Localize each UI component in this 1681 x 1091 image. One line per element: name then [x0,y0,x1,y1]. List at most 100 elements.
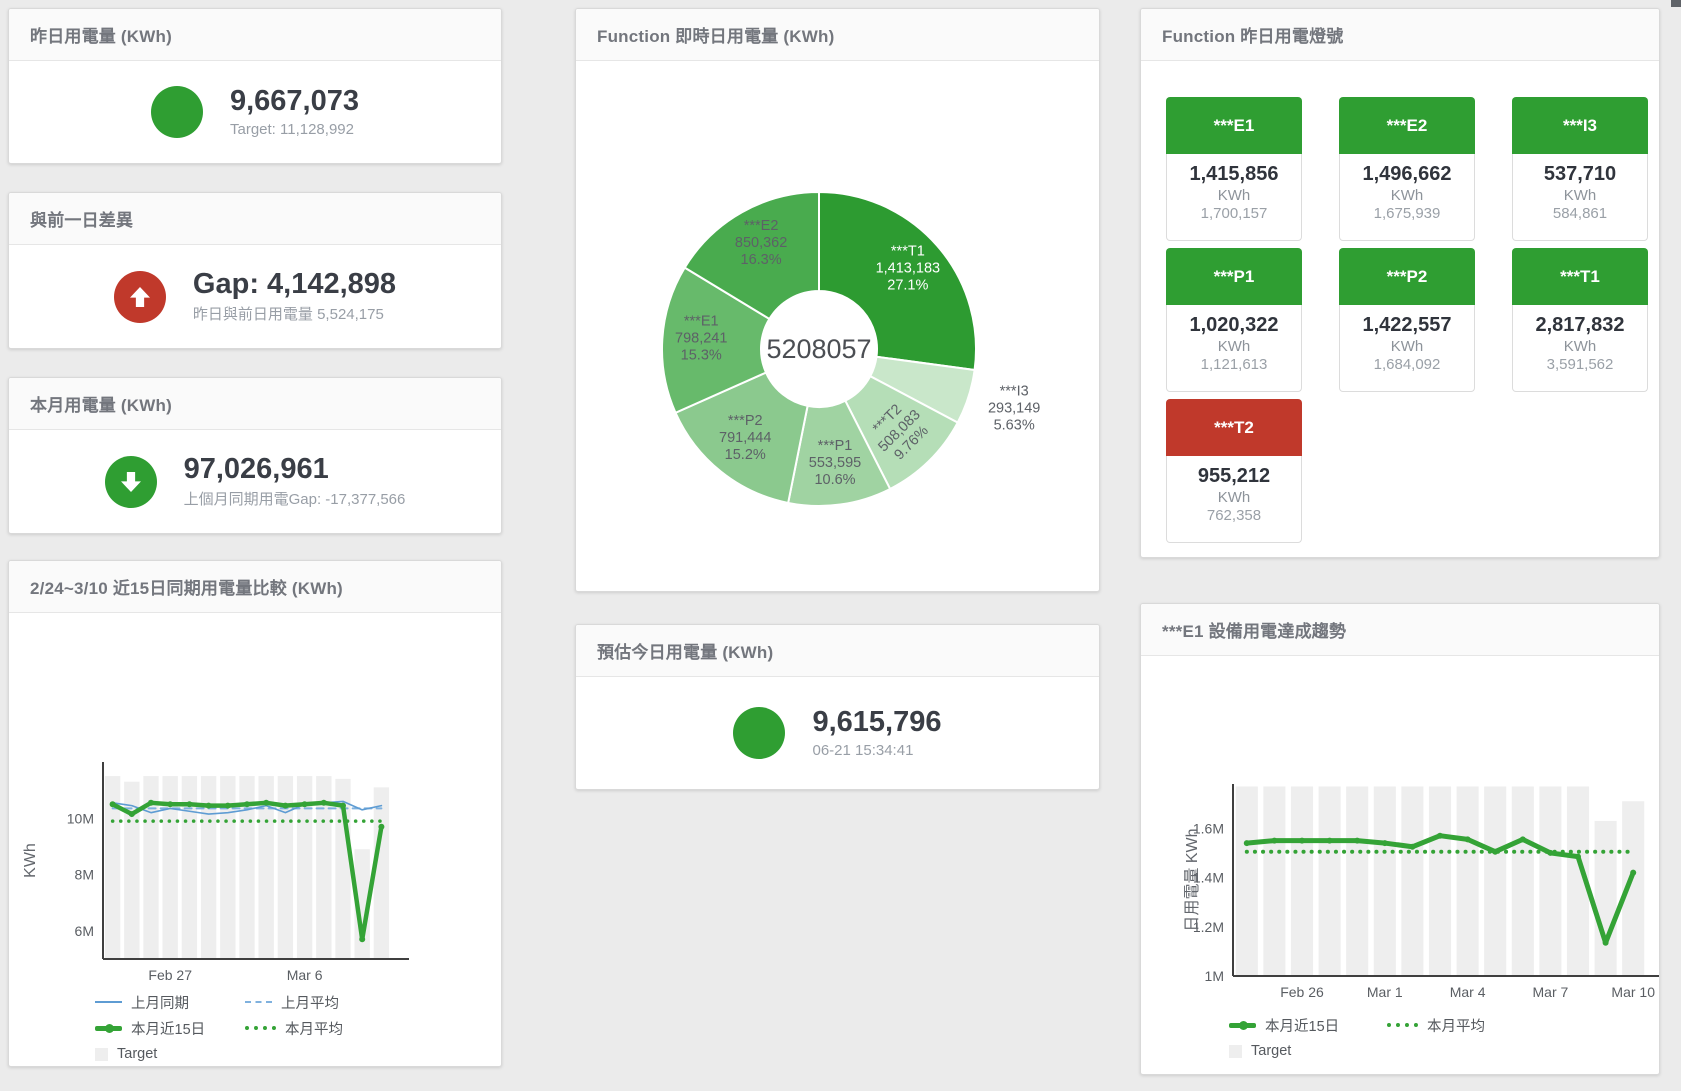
arrow-up-circle-icon [114,271,166,323]
status-tile-value: 1,422,557 [1340,314,1474,337]
panel-title: 與前一日差異 [30,206,133,231]
donut-chart: ***T11,413,18327.1%***I3293,1495.63%***T… [576,61,1099,591]
status-tile-value: 1,415,856 [1167,163,1301,186]
status-tile-unit: KWh [1340,187,1474,204]
legend-marker-icon [95,1026,122,1031]
status-tile-unit: KWh [1167,187,1301,204]
status-tile-header: ***P1 [1166,248,1302,305]
stat-text: 9,667,073 Target: 11,128,992 [230,86,359,138]
x-axis-tick: Feb 26 [1280,984,1324,1000]
status-tile: ***I3 537,710 KWh 584,861 [1512,97,1648,241]
donut-center-value: 5208057 [766,334,871,364]
legend-label: Target [117,1046,157,1062]
legend-label: 本月近15日 [1265,1015,1339,1036]
legend-item[interactable]: Target [95,1043,245,1065]
panel-title: Function 即時日用電量 (KWh) [597,22,834,47]
status-tile-header: ***I3 [1512,97,1648,154]
donut-chart-canvas: ***T11,413,18327.1%***I3293,1495.63%***T… [576,61,1099,591]
status-tile-header: ***T1 [1512,248,1648,305]
y-axis-tick: 6M [75,923,94,939]
status-circle-icon [733,707,785,759]
x-axis-tick: Mar 10 [1611,984,1655,1000]
status-tile-target: 1,675,939 [1340,205,1474,222]
status-tile-name: ***P2 [1387,267,1428,287]
status-tile-unit: KWh [1167,338,1301,355]
panel-header: 預估今日用電量 (KWh) [576,625,1099,677]
status-tile-name: ***T1 [1560,267,1600,287]
legend-item[interactable]: 上月同期 [95,991,245,1013]
pie-slice-label: ***I3293,1495.63% [988,384,1040,434]
status-tile-name: ***E1 [1214,116,1255,136]
status-tile-name: ***P1 [1214,267,1255,287]
arrow-down-circle-icon [105,456,157,508]
status-tile-unit: KWh [1513,338,1647,355]
status-tile-body: 537,710 KWh 584,861 [1512,154,1648,241]
status-tile-body: 1,496,662 KWh 1,675,939 [1339,154,1475,241]
panel-header: 昨日用電量 (KWh) [9,9,501,61]
legend-item[interactable]: 本月平均 [245,1017,501,1039]
trend-chart-legend: 本月近15日 本月平均 Target [1229,1014,1659,1062]
status-tile: ***E2 1,496,662 KWh 1,675,939 [1339,97,1475,241]
legend-item[interactable]: 本月近15日 [95,1017,245,1039]
stat-text: 9,615,796 06-21 15:34:41 [812,707,941,759]
status-tile-unit: KWh [1167,489,1301,506]
panel-header: 與前一日差異 [9,193,501,245]
trend-chart-canvas: 1M1.2M1.4M1.6MFeb 26Mar 1Mar 4Mar 7Mar 1… [1141,656,1659,1002]
legend-marker-icon [1229,1045,1242,1058]
legend-label: 本月平均 [285,1018,343,1039]
stat-content: 9,615,796 06-21 15:34:41 [576,677,1099,789]
stat-text: 97,026,961 上個月同期用電Gap: -17,377,566 [184,454,406,510]
stat-timestamp: 06-21 15:34:41 [812,742,941,759]
status-tile-target: 584,861 [1513,205,1647,222]
y-axis-label: 日用電量 KWh [1184,828,1201,931]
status-tile-name: ***E2 [1387,116,1428,136]
stat-content: 97,026,961 上個月同期用電Gap: -17,377,566 [9,430,501,533]
panel-title: 本月用電量 (KWh) [30,391,172,416]
legend-label: 本月近15日 [131,1018,205,1039]
legend-item[interactable]: 上月平均 [245,991,501,1013]
panel-header: 本月用電量 (KWh) [9,378,501,430]
panel-e1-trend-chart: ***E1 設備用電達成趨勢 1M1.2M1.4M1.6MFeb 26Mar 1… [1140,603,1660,1075]
y-axis-tick: 10M [67,810,94,826]
stat-subtitle: Target: 11,128,992 [230,121,359,138]
panel-today-forecast: 預估今日用電量 (KWh) 9,615,796 06-21 15:34:41 [575,624,1100,790]
legend-item[interactable]: 本月近15日 [1229,1014,1387,1036]
legend-marker-icon [245,1001,272,1003]
status-tile-header: ***P2 [1339,248,1475,305]
legend-label: Target [1251,1043,1291,1059]
stat-value: 97,026,961 [184,454,406,486]
legend-label: 本月平均 [1427,1015,1485,1036]
x-axis-tick: Mar 1 [1367,984,1403,1000]
panel-realtime-donut: Function 即時日用電量 (KWh) ***T11,413,18327.1… [575,8,1100,592]
x-axis-tick: Mar 4 [1450,984,1486,1000]
panel-status-lights: Function 昨日用電燈號 ***E1 1,415,856 KWh 1,70… [1140,8,1660,558]
legend-marker-icon [245,1026,276,1030]
comparison-chart-canvas: 6M8M10MFeb 27Mar 6KWh [9,613,501,987]
panel-header: Function 即時日用電量 (KWh) [576,9,1099,61]
legend-label: 上月平均 [281,992,339,1013]
status-tile: ***P1 1,020,322 KWh 1,121,613 [1166,248,1302,392]
legend-item[interactable]: 本月平均 [1387,1014,1659,1036]
scrollbar-thumb[interactable] [1671,0,1681,7]
panel-title: 2/24~3/10 近15日同期用電量比較 (KWh) [30,574,343,599]
legend-marker-icon [95,1001,122,1003]
legend-marker-icon [95,1048,108,1061]
x-axis-tick: Feb 27 [148,967,192,983]
status-tile-header: ***E1 [1166,97,1302,154]
panel-header: 2/24~3/10 近15日同期用電量比較 (KWh) [9,561,501,613]
stat-text: Gap: 4,142,898 昨日與前日用電量 5,524,175 [193,269,396,325]
panel-gap-previous-day: 與前一日差異 Gap: 4,142,898 昨日與前日用電量 5,524,175 [8,192,502,349]
panel-header: ***E1 設備用電達成趨勢 [1141,604,1659,656]
trend-chart: 1M1.2M1.4M1.6MFeb 26Mar 1Mar 4Mar 7Mar 1… [1141,656,1659,1074]
status-tile-target: 1,700,157 [1167,205,1301,222]
legend-item[interactable]: Target [1229,1040,1387,1062]
stat-subtitle: 昨日與前日用電量 5,524,175 [193,303,396,324]
panel-title: 預估今日用電量 (KWh) [597,638,773,663]
status-tile-header: ***E2 [1339,97,1475,154]
stat-value: Gap: 4,142,898 [193,269,396,301]
y-axis-label: KWh [22,843,39,878]
status-tile: ***E1 1,415,856 KWh 1,700,157 [1166,97,1302,241]
legend-label: 上月同期 [131,992,189,1013]
legend-marker-icon [1387,1023,1418,1027]
status-tile-body: 1,415,856 KWh 1,700,157 [1166,154,1302,241]
